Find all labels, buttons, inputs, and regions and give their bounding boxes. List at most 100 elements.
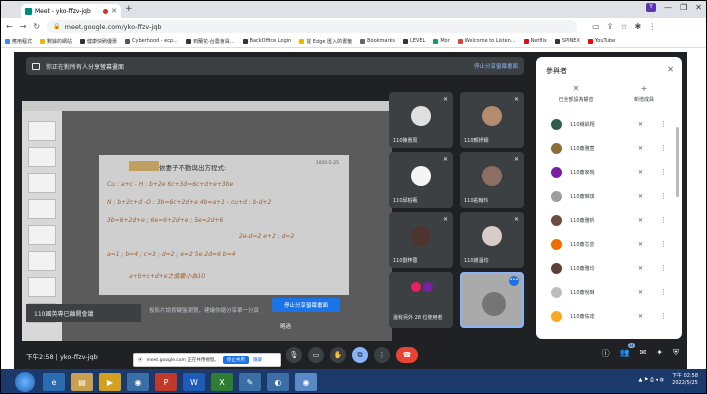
bookmark-item[interactable]: SPINEX — [554, 38, 580, 44]
bookmark-item[interactable]: 從 Edge 匯入的書籤 — [299, 38, 352, 45]
slide-thumbnail[interactable] — [28, 173, 56, 193]
more-participants-tile[interactable]: 還有另外 28 位使用者 — [389, 272, 453, 328]
taskbar-clock[interactable]: 下午 02:58 2022/5/25 — [672, 373, 698, 387]
bookmark-item[interactable]: 到蘭花-台農會員... — [185, 38, 235, 45]
new-tab-icon[interactable]: + — [125, 4, 133, 14]
ie-icon[interactable]: e — [43, 373, 65, 391]
media-icon[interactable]: ▶ — [99, 373, 121, 391]
chrome-icon[interactable]: ◉ — [127, 373, 149, 391]
browser-tab[interactable]: Meet - yko-ffzv-jqb ✕ — [21, 4, 121, 18]
more-options-icon[interactable]: ⋮ — [660, 312, 667, 320]
star-icon[interactable]: ☆ — [620, 22, 627, 31]
participant-row[interactable]: 110蕭雅均 ✕ ⋮ — [536, 259, 682, 277]
extensions-icon[interactable]: ✱ — [635, 22, 642, 31]
more-options-icon[interactable]: ••• — [509, 276, 519, 286]
menu-icon[interactable]: ⋮ — [648, 22, 656, 31]
cast-icon[interactable]: ▭ — [592, 22, 600, 31]
hang-up-button[interactable]: ☎ — [396, 347, 418, 363]
close-window-icon[interactable]: ✕ — [695, 3, 702, 12]
profile-icon[interactable]: Y — [646, 3, 657, 12]
host-controls-icon[interactable]: ⛨ — [673, 348, 679, 359]
firefox-icon[interactable]: ◐ — [267, 373, 289, 391]
participant-row[interactable]: 110蕭雅萱 ✕ ⋮ — [536, 139, 682, 157]
more-options-icon[interactable]: ⋮ — [660, 288, 667, 296]
bookmark-item[interactable]: Netflix — [523, 38, 547, 44]
maximize-icon[interactable]: ❐ — [680, 3, 687, 12]
bookmark-item[interactable]: Welcome to Listen... — [457, 38, 516, 44]
banner-stop-sharing-link[interactable]: 停止分享螢幕畫面 — [474, 62, 518, 70]
more-options-icon[interactable]: ⋮ — [660, 168, 667, 176]
participant-row[interactable]: 110蕭佑達 ✕ ⋮ — [536, 307, 682, 325]
slide-thumbnail[interactable] — [28, 225, 56, 245]
participant-tile[interactable]: ✕ 110邱柏甄 — [389, 152, 453, 208]
participant-row[interactable]: 110蕭家皖 ✕ ⋮ — [536, 163, 682, 181]
microphone-button[interactable]: 🎙 — [286, 347, 302, 363]
self-video-tile[interactable]: ••• — [460, 272, 524, 328]
more-options-button[interactable]: ⋮ — [374, 347, 390, 363]
more-options-icon[interactable]: ⋮ — [660, 192, 667, 200]
participant-tile[interactable]: ✕ 110劉梓蓉 — [389, 212, 453, 268]
participant-tile[interactable]: ✕ 110顏妤穎 — [460, 92, 524, 148]
tab-title: Meet - yko-ffzv-jqb — [35, 7, 91, 15]
participant-tile[interactable]: ✕ 110陳惠辰 — [389, 92, 453, 148]
bookmark-item[interactable]: Mor — [433, 38, 450, 44]
meet-control-bar: 下午2:58 | yko-ffzv-jqb 🎙 ▭ ✋ ⧉ ⋮ ☎ ⓘ 👥 34 … — [14, 342, 687, 369]
chat-icon[interactable]: ✉ — [640, 348, 647, 359]
participant-tile[interactable]: ✕ 110謝溫均 — [460, 212, 524, 268]
close-tab-icon[interactable]: ✕ — [111, 7, 117, 15]
participant-row[interactable]: 110蕭悅琳 ✕ ⋮ — [536, 283, 682, 301]
excel-icon[interactable]: X — [211, 373, 233, 391]
mute-all-button[interactable]: ✕ 已全部設為靜音 — [546, 84, 606, 103]
camera-button[interactable]: ▭ — [308, 347, 324, 363]
hide-notification-link[interactable]: 隱藏 — [253, 357, 262, 363]
people-icon[interactable]: 👥 34 — [620, 343, 635, 359]
bookmark-item[interactable]: Bookmarks — [360, 38, 395, 44]
url-input[interactable]: 🔒 meet.google.com/yko-ffzv-jqb — [47, 20, 578, 33]
more-options-icon[interactable]: ⋮ — [660, 264, 667, 272]
bookmark-item[interactable]: 應用程式 — [5, 38, 32, 45]
reload-icon[interactable]: ↻ — [33, 22, 40, 31]
more-options-icon[interactable]: ⋮ — [660, 144, 667, 152]
participant-row[interactable]: 110蕭琳琪 ✕ ⋮ — [536, 187, 682, 205]
add-people-button[interactable]: + 新增成員 — [614, 84, 674, 103]
participant-row[interactable]: 110蕭雅帆 ✕ ⋮ — [536, 211, 682, 229]
back-icon[interactable]: ← — [6, 22, 13, 31]
tray-icons[interactable]: ▲ ⚑ ⎙ ◂ ◍ — [638, 377, 664, 383]
present-button[interactable]: ⧉ — [352, 347, 368, 363]
powerpoint-icon[interactable]: P — [155, 373, 177, 391]
raise-hand-button[interactable]: ✋ — [330, 347, 346, 363]
minimize-icon[interactable]: — — [664, 3, 672, 12]
scrollbar[interactable] — [676, 127, 679, 197]
info-icon[interactable]: ⓘ — [602, 348, 610, 359]
bookmark-item[interactable]: LEVEL — [403, 38, 425, 44]
chrome-active-icon[interactable]: ◉ — [295, 373, 317, 391]
slide-thumbnail[interactable] — [28, 251, 56, 271]
slide-thumbnail[interactable] — [28, 121, 56, 141]
activities-icon[interactable]: ✦ — [656, 348, 663, 359]
participant-row[interactable]: 110楊凱翔 ✕ ⋮ — [536, 115, 682, 133]
bookmark-item[interactable]: 健康快刷優惠 — [80, 38, 117, 45]
explorer-icon[interactable]: ▤ — [71, 373, 93, 391]
start-button[interactable] — [15, 372, 35, 392]
more-options-icon[interactable]: ⋮ — [660, 240, 667, 248]
more-options-icon[interactable]: ⋮ — [660, 120, 667, 128]
presentation-note: 投影片請按鍵盤瀏覽，建議你縮分享單一分頁 — [149, 308, 260, 314]
more-options-icon[interactable]: ⋮ — [660, 216, 667, 224]
participant-row[interactable]: 110蕭芯芸 ✕ ⋮ — [536, 235, 682, 253]
slide-thumbnail[interactable] — [28, 277, 56, 297]
share-icon[interactable]: ⇪ — [607, 22, 614, 31]
bookmark-item[interactable]: BackOffice Login — [242, 38, 291, 44]
close-icon[interactable]: ✕ — [667, 65, 674, 74]
participant-tile[interactable]: ✕ 110莊翰玲 — [460, 152, 524, 208]
stop-sharing-notification-button[interactable]: 停止共用 — [222, 356, 249, 364]
slide-thumbnail[interactable] — [28, 147, 56, 167]
stop-sharing-button[interactable]: 停止分享螢幕畫面 — [272, 298, 340, 312]
paint-icon[interactable]: ✎ — [239, 373, 261, 391]
mic-off-icon: ✕ — [638, 120, 644, 128]
slide-thumbnail[interactable] — [28, 199, 56, 219]
bookmark-item[interactable]: 數據的網站 — [40, 38, 72, 45]
bookmark-item[interactable]: Cyberhood - ecp... — [125, 38, 178, 44]
bookmark-item[interactable]: YouTube — [587, 38, 615, 44]
forward-icon[interactable]: → — [20, 22, 27, 31]
word-icon[interactable]: W — [183, 373, 205, 391]
